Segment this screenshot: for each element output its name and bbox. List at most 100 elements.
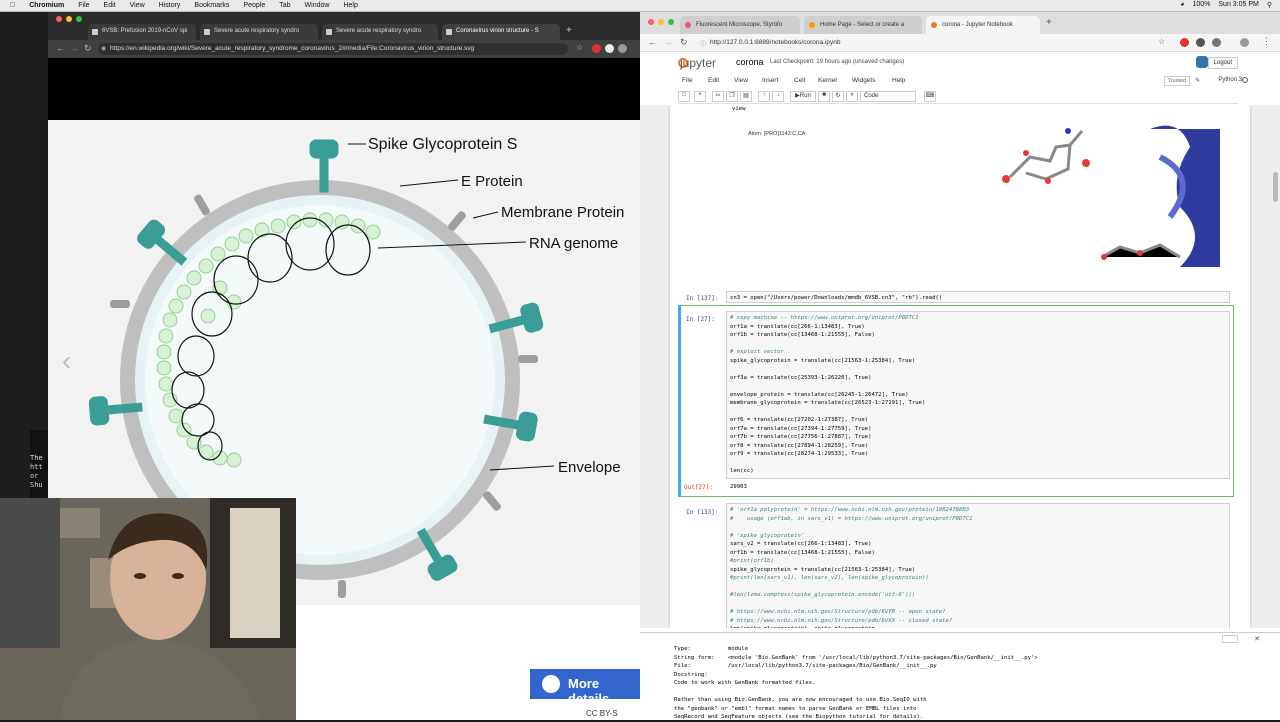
- extension-icon[interactable]: [1180, 38, 1189, 47]
- more-details-button[interactable]: More details: [530, 669, 640, 706]
- code-cell[interactable]: cn3 = open("/Users/power/Downloads/mmdb_…: [726, 291, 1230, 303]
- new-tab-button[interactable]: +: [1046, 17, 1052, 28]
- nb-menu-insert[interactable]: Insert: [762, 77, 778, 84]
- extension-icon[interactable]: [1196, 38, 1205, 47]
- media-viewer-footer: More details CC BY-S: [294, 605, 640, 720]
- restart-icon[interactable]: ↻: [832, 91, 844, 102]
- stop-icon[interactable]: ■: [818, 91, 830, 102]
- right-tab-1[interactable]: Fluorescent Microscope, Styrofo: [680, 16, 800, 34]
- menu-bookmarks[interactable]: Bookmarks: [194, 2, 229, 9]
- left-tab-3[interactable]: Severe acute respiratory syndro: [322, 24, 438, 40]
- new-tab-button[interactable]: +: [566, 25, 572, 36]
- code-line: #print(len(sars_v1), len(sars_v2), len(s…: [730, 575, 929, 581]
- copy-icon[interactable]: ❐: [726, 91, 738, 102]
- code-line: orf7a = translate(cc[27394-1:27759], Tru…: [730, 425, 872, 432]
- close-window-icon[interactable]: [648, 19, 654, 25]
- run-button[interactable]: ▶Run: [790, 91, 816, 102]
- nb-menu-view[interactable]: View: [734, 77, 748, 84]
- extension-icon[interactable]: [1212, 38, 1221, 47]
- maximize-window-icon[interactable]: [76, 16, 82, 22]
- notebook-name[interactable]: corona: [736, 57, 764, 67]
- pager-close-icon[interactable]: ✕: [1254, 635, 1260, 643]
- save-icon[interactable]: □: [678, 91, 690, 102]
- code-line: #len(lzma.compress(spike_glycoprotein.en…: [730, 592, 916, 598]
- right-address-bar: ← → ↻ ⓘ http://127.0.0.1:8889/notebooks/…: [640, 34, 1280, 52]
- wifi-icon[interactable]: ◕: [1180, 1, 1184, 9]
- menubar-app[interactable]: Chromium: [29, 2, 64, 9]
- nb-menu-widgets[interactable]: Widgets: [852, 77, 875, 84]
- profile-avatar[interactable]: [618, 44, 627, 53]
- battery-level[interactable]: 100%: [1192, 1, 1210, 9]
- extension-icon[interactable]: [605, 44, 614, 53]
- forward-arrow-icon[interactable]: →: [70, 43, 79, 53]
- left-tab-4[interactable]: Coronavirus virion structure - S: [442, 24, 560, 40]
- molecule-viewer[interactable]: Atom: [PRO]1143:C.CA: [710, 117, 1230, 273]
- trusted-badge[interactable]: Trusted: [1163, 76, 1190, 86]
- prev-image-arrow[interactable]: ‹: [62, 345, 71, 376]
- right-tab-3[interactable]: corona - Jupyter Notebook: [926, 16, 1040, 34]
- left-tab-1[interactable]: 6VSB: Prefusion 2019-nCoV spi: [88, 24, 196, 40]
- label-spike: Spike Glycoprotein S: [368, 136, 517, 153]
- bookmark-star-icon[interactable]: ☆: [576, 43, 583, 52]
- extension-icon[interactable]: [592, 44, 601, 53]
- clock[interactable]: Sun 3:05 PM: [1218, 1, 1258, 9]
- right-tab-2[interactable]: Home Page - Select or create a: [804, 16, 922, 34]
- back-arrow-icon[interactable]: ←: [648, 37, 657, 47]
- move-up-icon[interactable]: ↑: [758, 91, 770, 102]
- jupyter-logo[interactable]: jupyter: [680, 56, 716, 70]
- minimize-window-icon[interactable]: [658, 19, 664, 25]
- menu-file[interactable]: File: [78, 2, 89, 9]
- profile-avatar[interactable]: [1240, 38, 1249, 47]
- keyboard-icon[interactable]: ⌨: [924, 91, 936, 102]
- terminal-line: The: [30, 454, 43, 462]
- code-line: # 'spike glycoprotein': [730, 532, 805, 539]
- close-window-icon[interactable]: [56, 16, 62, 22]
- code-editor[interactable]: # copy machine -- https://www.uniprot.or…: [727, 312, 1229, 478]
- info-icon: [542, 675, 560, 693]
- license-label[interactable]: CC BY-S: [586, 709, 618, 718]
- pager-expand-button[interactable]: [1222, 635, 1238, 643]
- nb-menu-kernel[interactable]: Kernel: [818, 77, 837, 84]
- back-arrow-icon[interactable]: ←: [56, 43, 65, 53]
- notebook-scrollbar[interactable]: [1273, 172, 1278, 202]
- code-line: # https://www.ncbi.nlm.nih.gov/Structure…: [730, 609, 946, 615]
- code-cell[interactable]: # copy machine -- https://www.uniprot.or…: [726, 311, 1230, 479]
- code-editor[interactable]: # 'orf1a polyprotein' = https://www.ncbi…: [727, 504, 1229, 628]
- cell-prompt: In [27]:: [686, 316, 715, 323]
- nb-menu-cell[interactable]: Cell: [794, 77, 805, 84]
- reload-icon[interactable]: ↻: [84, 43, 92, 54]
- menu-tab[interactable]: Tab: [279, 2, 290, 9]
- menu-people[interactable]: People: [243, 2, 265, 9]
- move-down-icon[interactable]: ↓: [772, 91, 784, 102]
- forward-arrow-icon[interactable]: →: [664, 37, 673, 47]
- reload-icon[interactable]: ↻: [680, 37, 688, 48]
- left-tab-2[interactable]: Severe acute respiratory syndro: [200, 24, 318, 40]
- fast-forward-icon[interactable]: »: [846, 91, 858, 102]
- apple-icon[interactable]: : [10, 2, 15, 9]
- menu-history[interactable]: History: [159, 2, 181, 9]
- right-url-field[interactable]: ⓘ http://127.0.0.1:8889/notebooks/corona…: [698, 37, 1198, 49]
- kernel-name: Python 3: [1218, 77, 1242, 83]
- menu-view[interactable]: View: [130, 2, 145, 9]
- more-menu-icon[interactable]: ⋮: [1262, 36, 1271, 47]
- code-cell[interactable]: # 'orf1a polyprotein' = https://www.ncbi…: [726, 503, 1230, 628]
- menu-window[interactable]: Window: [305, 2, 330, 9]
- code-line: spike_glycoprotein = translate(cc[21563-…: [730, 357, 916, 364]
- search-icon[interactable]: ⚲: [1267, 1, 1272, 9]
- logout-button[interactable]: Logout: [1207, 57, 1238, 69]
- left-url-field[interactable]: ◉ https://en.wikipedia.org/wiki/Severe_a…: [98, 43, 568, 55]
- cut-icon[interactable]: ✂: [712, 91, 724, 102]
- paste-icon[interactable]: ▤: [740, 91, 752, 102]
- maximize-window-icon[interactable]: [668, 19, 674, 25]
- add-cell-icon[interactable]: +: [694, 91, 706, 102]
- menu-help[interactable]: Help: [343, 2, 357, 9]
- cell-type-select[interactable]: Code: [860, 91, 916, 102]
- nb-menu-file[interactable]: File: [682, 77, 692, 84]
- edit-pencil-icon[interactable]: ✎: [1195, 77, 1200, 84]
- nb-menu-edit[interactable]: Edit: [708, 77, 719, 84]
- menu-edit[interactable]: Edit: [104, 2, 116, 9]
- bookmark-star-icon[interactable]: ☆: [1158, 37, 1165, 46]
- minimize-window-icon[interactable]: [66, 16, 72, 22]
- nb-menu-help[interactable]: Help: [892, 77, 905, 84]
